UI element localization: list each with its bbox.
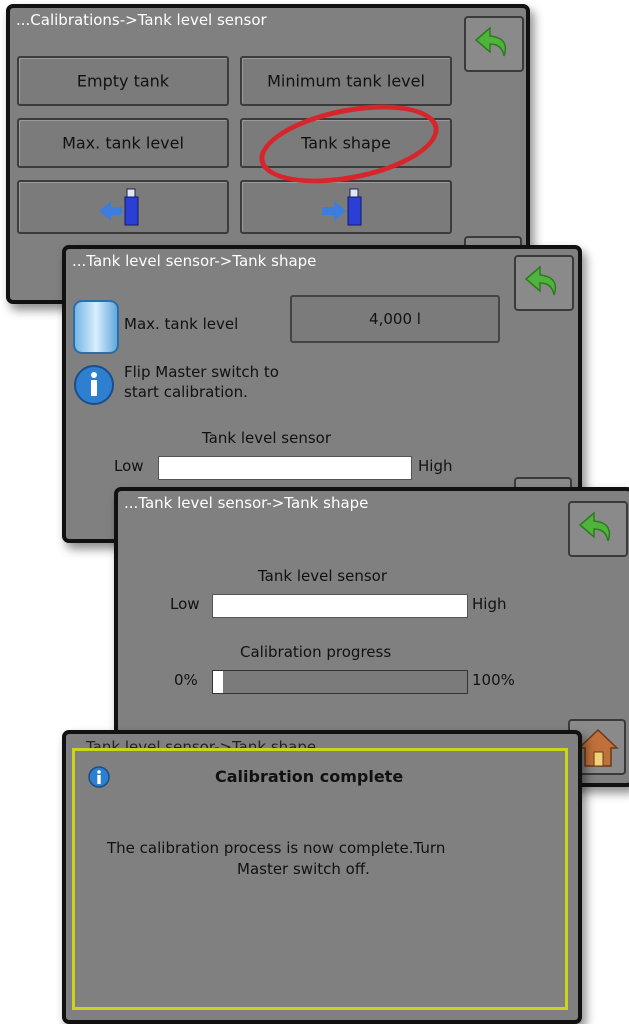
back-arrow-icon xyxy=(474,26,507,57)
tank-level-sensor-bar xyxy=(158,456,412,480)
back-button[interactable] xyxy=(464,16,524,72)
tank-level-sensor-bar xyxy=(212,594,468,618)
progress-label: Calibration progress xyxy=(240,643,392,661)
back-arrow-icon xyxy=(524,265,557,296)
progress-fill xyxy=(213,671,224,693)
sensor-label: Tank level sensor xyxy=(202,429,331,447)
empty-tank-button[interactable]: Empty tank xyxy=(17,56,229,106)
info-icon xyxy=(88,766,110,788)
progress-min-label: 0% xyxy=(174,671,198,689)
usb-import-icon xyxy=(322,188,362,226)
usb-import-button[interactable] xyxy=(240,180,452,234)
max-tank-level-label: Max. tank level xyxy=(62,133,184,153)
screen-title: ...Tank level sensor->Tank shape xyxy=(72,252,317,270)
progress-max-label: 100% xyxy=(472,671,515,689)
usb-export-button[interactable] xyxy=(17,180,229,234)
info-text-line2: start calibration. xyxy=(124,383,248,401)
dialog-message-line2: Master switch off. xyxy=(237,860,370,878)
max-tank-level-label: Max. tank level xyxy=(124,315,239,333)
usb-export-icon xyxy=(99,188,139,226)
screen-title: ...Calibrations->Tank level sensor xyxy=(16,11,267,29)
max-tank-level-field[interactable]: 4,000 l xyxy=(290,295,500,343)
back-arrow-icon xyxy=(578,511,611,542)
high-label: High xyxy=(472,595,507,613)
low-label: Low xyxy=(114,457,144,475)
empty-tank-label: Empty tank xyxy=(76,71,170,91)
low-label: Low xyxy=(170,595,200,613)
sensor-label: Tank level sensor xyxy=(258,567,387,585)
calibration-progress-bar xyxy=(212,670,468,694)
dialog-message-line1: The calibration process is now complete.… xyxy=(107,839,446,857)
info-text-line1: Flip Master switch to xyxy=(124,363,279,381)
back-button[interactable] xyxy=(568,501,628,557)
info-icon xyxy=(74,365,114,405)
calibration-complete-dialog: Calibration complete The calibration pro… xyxy=(72,748,568,1010)
high-label: High xyxy=(418,457,453,475)
back-button[interactable] xyxy=(514,255,574,311)
screen-title: ...Tank level sensor->Tank shape xyxy=(124,494,369,512)
dialog-title: Calibration complete xyxy=(215,767,404,786)
max-tank-level-value: 4,000 l xyxy=(369,310,421,328)
max-tank-level-button[interactable]: Max. tank level xyxy=(17,118,229,168)
tank-icon xyxy=(73,300,119,354)
minimum-tank-level-button[interactable]: Minimum tank level xyxy=(240,56,452,106)
minimum-tank-level-label: Minimum tank level xyxy=(267,71,425,91)
